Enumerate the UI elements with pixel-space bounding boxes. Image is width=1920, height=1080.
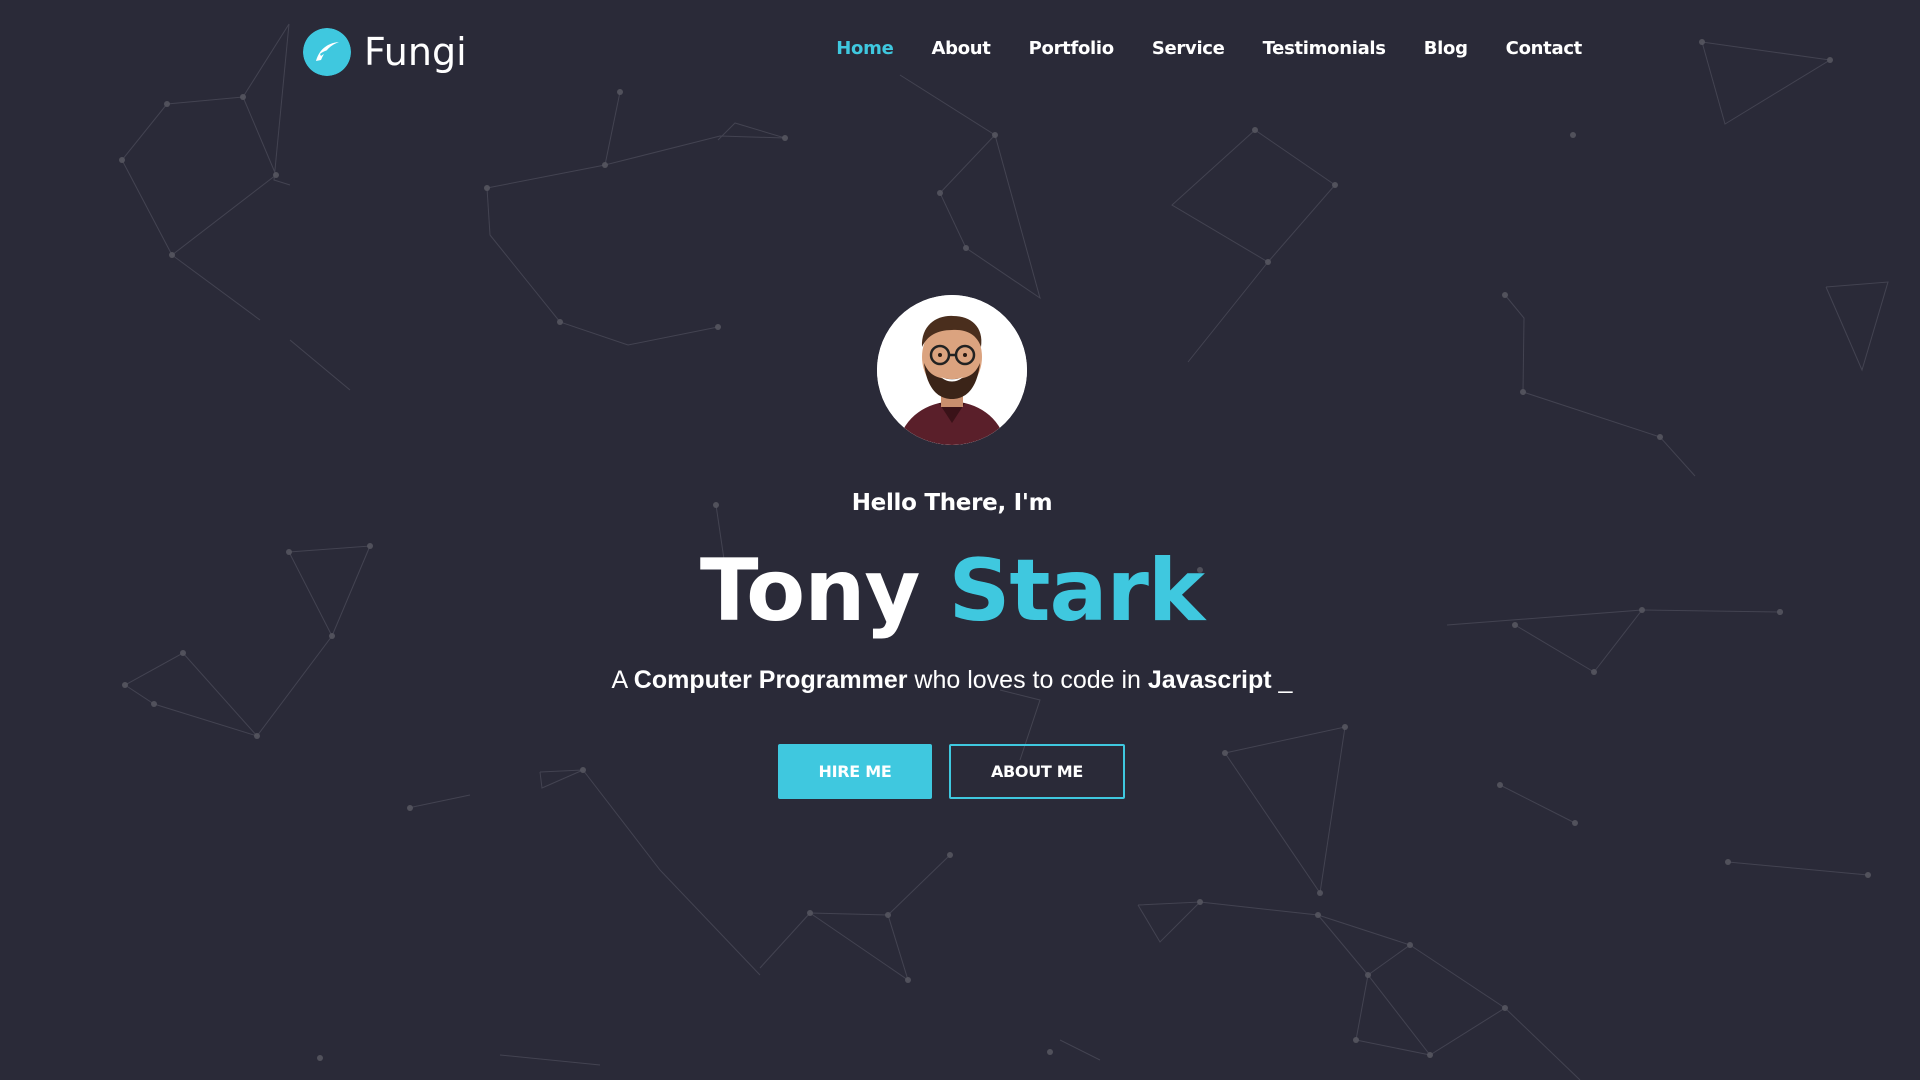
about-me-button[interactable]: ABOUT ME — [949, 744, 1125, 799]
tagline-middle: who loves to code in — [914, 666, 1141, 694]
page: Fungi Home About Portfolio Service Testi… — [0, 0, 1920, 1080]
avatar — [877, 295, 1027, 445]
hire-me-button[interactable]: HIRE ME — [778, 744, 932, 799]
last-name: Stark — [948, 541, 1205, 641]
hero-tagline: A Computer Programmer who loves to code … — [0, 666, 1904, 695]
first-name: Tony — [699, 541, 921, 641]
hero-buttons: HIRE ME ABOUT ME — [778, 744, 1125, 799]
tagline-role: Computer Programmer — [633, 666, 908, 694]
greeting-text: Hello There, I'm — [851, 490, 1053, 516]
typing-cursor: _ — [1278, 666, 1293, 694]
hero-section: Hello There, I'm Tony Stark A Computer P… — [0, 0, 1920, 1080]
hero-name: Tony Stark — [0, 548, 1904, 634]
profile-photo — [877, 295, 1027, 445]
tagline-language: Javascript — [1147, 666, 1272, 694]
tagline-prefix: A — [611, 666, 627, 694]
